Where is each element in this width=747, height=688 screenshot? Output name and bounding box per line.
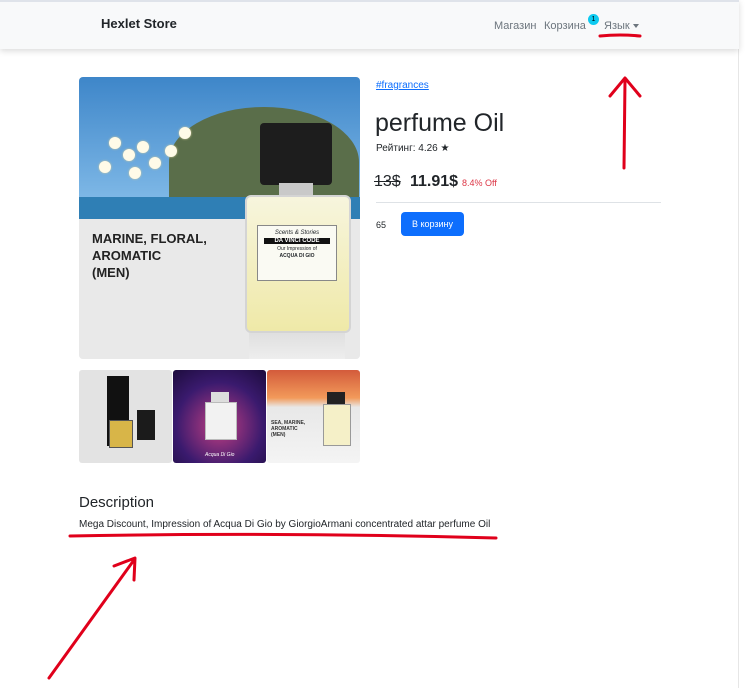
language-dropdown-label: Язык bbox=[604, 20, 630, 32]
bottle-reflection bbox=[249, 333, 345, 359]
navbar: Hexlet Store Магазин Корзина 1 Язык bbox=[0, 0, 739, 49]
divider bbox=[376, 202, 661, 203]
cart-count-badge: 1 bbox=[588, 14, 599, 25]
thumb-caption: SEA, MARINE, AROMATIC (MEN) bbox=[271, 420, 306, 438]
thumbnail-3[interactable]: SEA, MARINE, AROMATIC (MEN) bbox=[267, 370, 360, 463]
thumb-bottle bbox=[205, 402, 237, 440]
stock-count: 65 bbox=[376, 220, 387, 230]
brand-logo[interactable]: Hexlet Store bbox=[101, 16, 177, 31]
old-price: 13$ bbox=[374, 173, 401, 190]
thumb-bottle bbox=[109, 420, 133, 448]
language-dropdown[interactable]: Язык bbox=[604, 20, 639, 32]
product-main-image[interactable]: MARINE, FLORAL, AROMATIC (MEN) Scents & … bbox=[79, 77, 360, 359]
thumbnail-2[interactable]: Acqua Di Gio bbox=[173, 370, 266, 463]
new-price: 11.91$ bbox=[410, 173, 459, 190]
description-heading: Description bbox=[79, 494, 155, 511]
image-tagline: MARINE, FLORAL, AROMATIC (MEN) bbox=[92, 231, 207, 280]
thumb-caption: Acqua Di Gio bbox=[205, 452, 235, 458]
category-tag-link[interactable]: #fragrances bbox=[376, 80, 429, 91]
thumb-bottle bbox=[323, 404, 351, 446]
add-to-cart-button[interactable]: В корзину bbox=[401, 212, 464, 236]
discount-label: 8.4% Off bbox=[462, 178, 497, 188]
nav-link-cart[interactable]: Корзина bbox=[544, 20, 586, 32]
thumb-small-box bbox=[137, 410, 155, 440]
bottle-label: Scents & Stories DA VINCI CODE Our Impre… bbox=[257, 225, 337, 281]
thumbnail-1[interactable] bbox=[79, 370, 172, 463]
bottle-cap bbox=[260, 123, 332, 185]
nav-link-shop[interactable]: Магазин bbox=[494, 20, 536, 32]
product-title: perfume Oil bbox=[375, 109, 505, 137]
product-rating: Рейтинг: 4.26 ★ bbox=[376, 143, 450, 154]
chevron-down-icon bbox=[632, 24, 639, 29]
image-flowers bbox=[79, 97, 199, 187]
description-text: Mega Discount, Impression of Acqua Di Gi… bbox=[79, 519, 491, 530]
